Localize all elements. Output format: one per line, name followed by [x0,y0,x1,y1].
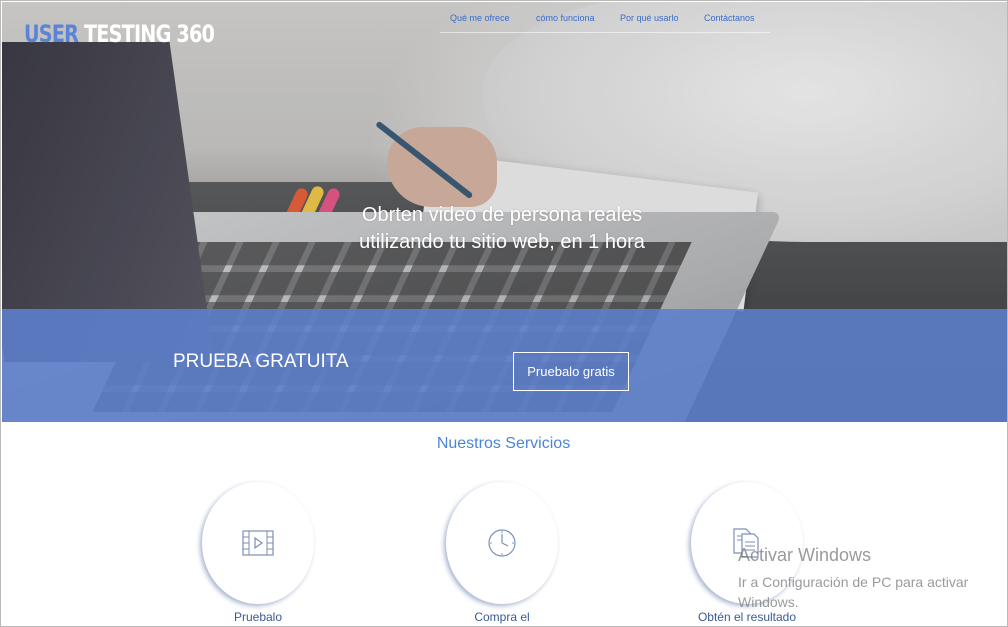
hero-headline-line1: Obrten video de persona reales [361,204,643,226]
nav-link-que-me-ofrece[interactable]: Qué me ofrece [440,11,526,32]
service-label-pruebalo: Pruebalo [233,610,283,624]
hero-headline: Obrten video de persona reales utilizand… [302,202,702,256]
service-circle [202,482,314,604]
nav-link-contactanos[interactable]: Contáctanos [694,11,770,32]
site-logo[interactable]: USER TESTING 360 [24,20,215,48]
nav-link-por-que-usarlo[interactable]: Por qué usarlo [610,11,694,32]
hero-headline-line2: utilizando tu sitio web, en 1 hora [359,231,645,253]
try-free-button[interactable]: Pruebalo gratis [513,352,629,391]
page: USER TESTING 360 Qué me ofrece cómo func… [0,0,1008,627]
watermark-line2: Windows. [738,594,799,610]
service-label-resultado: Obtén el resultado [697,610,797,624]
services-title: Nuestros Servicios [436,435,571,452]
watermark-line1: Ir a Configuración de PC para activar [738,574,969,590]
service-card-pruebalo[interactable] [202,482,314,604]
video-icon [242,530,274,556]
watermark-title: Activar Windows [738,545,872,565]
service-circle [446,482,558,604]
clock-icon [488,529,516,557]
service-card-compra[interactable] [446,482,558,604]
service-label-compra: Compra el [474,610,530,624]
free-trial-title: PRUEBA GRATUITA [173,351,349,372]
main-nav: Qué me ofrece cómo funciona Por qué usar… [440,11,770,33]
free-trial-band: PRUEBA GRATUITA Pruebalo gratis [2,309,1007,422]
windows-activation-watermark: Activar Windows Ir a Configuración de PC… [738,545,968,612]
nav-link-como-funciona[interactable]: cómo funciona [526,11,610,32]
